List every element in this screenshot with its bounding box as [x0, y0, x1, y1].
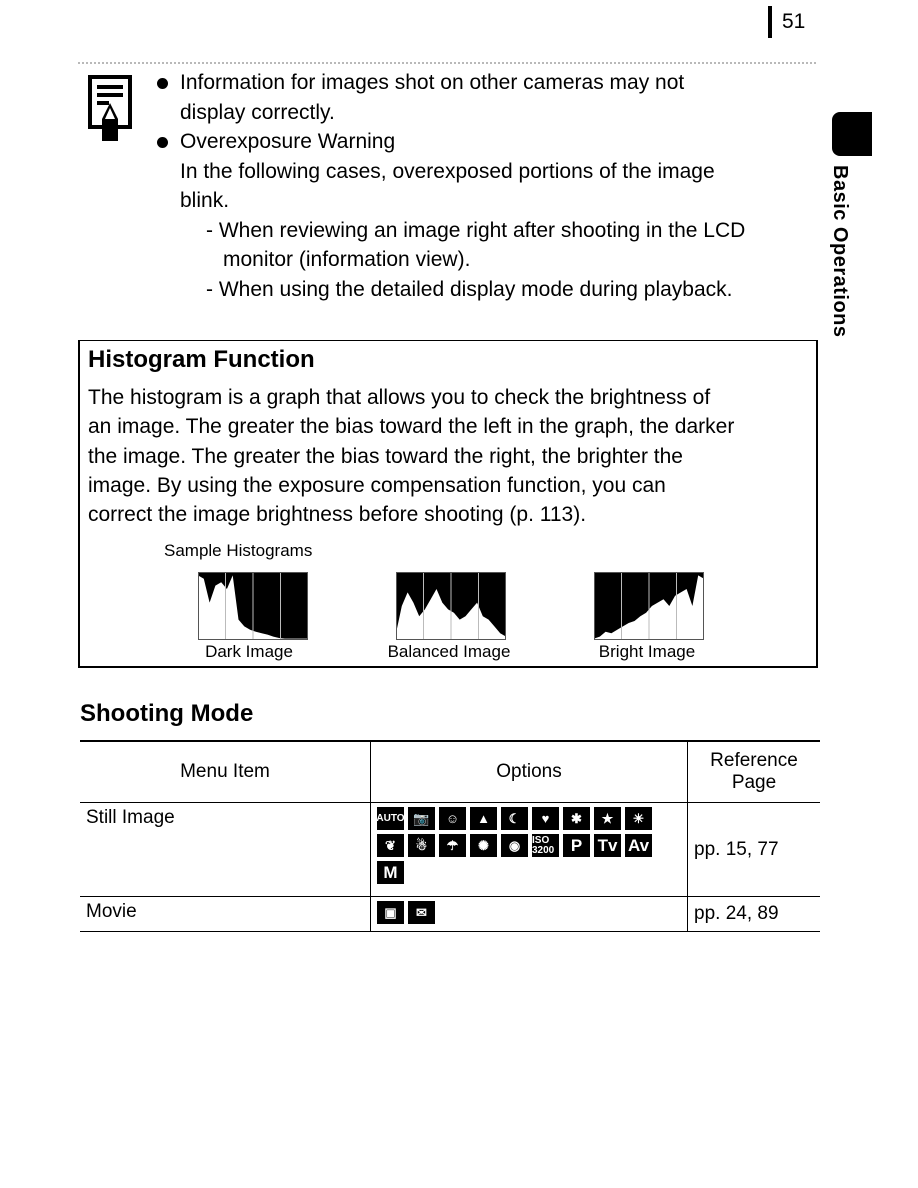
shooting-mode-table: Menu Item Options Reference Page Still I… [80, 740, 820, 932]
mode-tv-icon: Tv [594, 834, 621, 857]
header-reference-page: Reference Page [687, 740, 820, 803]
movie-standard-icon: ▣ [377, 901, 404, 924]
portrait-icon: ☺ [439, 807, 466, 830]
sample-histograms-label: Sample Histograms [164, 541, 313, 560]
mode-av-icon: Av [625, 834, 652, 857]
landscape-icon: ▲ [470, 807, 497, 830]
mode-auto-icon: AUTO [377, 807, 404, 830]
indoor-party-icon: ✱ [563, 807, 590, 830]
header-menu-item: Menu Item [80, 740, 371, 803]
note-sub-item: - When using the detailed display mode d… [206, 277, 733, 301]
header-options: Options [370, 740, 688, 803]
note-bullet: Information for images shot on other cam… [155, 68, 805, 127]
note-bullet: Overexposure Warning In the following ca… [155, 127, 805, 304]
histogram-description: The histogram is a graph that allows you… [88, 386, 735, 527]
mode-icons: AUTO 📷 ☺ ▲ ☾ ♥ ✱ ★ ☀ ❦ ☃ ☂ ✺ ◉ ISO 3200 P Tv Av M [377, 807, 677, 884]
mode-iso-3200-icon: ISO 3200 [532, 834, 559, 857]
histogram-title: Histogram Function [88, 346, 315, 373]
mode-p-icon: P [563, 834, 590, 857]
kids-pets-icon: ♥ [532, 807, 559, 830]
night-scene-icon: ☾ [501, 807, 528, 830]
aquarium-icon: ◉ [501, 834, 528, 857]
note-sub-item: - When reviewing an image right after sh… [206, 218, 746, 272]
shooting-mode-title: Shooting Mode [80, 700, 254, 727]
overexposure-title: Overexposure Warning [180, 130, 396, 153]
options-cell: ▣ ✉ [370, 896, 688, 932]
reference-cell: pp. 15, 77 [687, 802, 820, 897]
dotted-divider [78, 62, 818, 64]
table-row: Still Image AUTO 📷 ☺ ▲ ☾ ♥ ✱ ★ ☀ ❦ ☃ ☂ ✺ ◉ ISO 3200 P Tv… [80, 802, 820, 897]
snow-icon: ☃ [408, 834, 435, 857]
histogram-dark [198, 572, 308, 640]
mode-m-icon: M [377, 861, 404, 884]
caption-balanced: Balanced Image [387, 642, 511, 661]
reference-cell: pp. 24, 89 [687, 896, 820, 932]
options-cell: AUTO 📷 ☺ ▲ ☾ ♥ ✱ ★ ☀ ❦ ☃ ☂ ✺ ◉ ISO 3200 P Tv Av M [370, 802, 688, 897]
caption-bright: Bright Image [598, 642, 696, 661]
camera-icon: 📷 [408, 807, 435, 830]
table-header-row: Menu Item Options Reference Page [80, 740, 820, 803]
movie-email-icon: ✉ [408, 901, 435, 924]
caption-dark: Dark Image [205, 642, 293, 661]
section-tab-label: Basic Operations [829, 165, 851, 338]
sunset-icon: ☀ [625, 807, 652, 830]
histogram-balanced [396, 572, 506, 640]
menu-item-cell: Still Image [80, 802, 371, 897]
table-row: Movie ▣ ✉ pp. 24, 89 [80, 896, 820, 932]
section-tab-marker [832, 112, 872, 156]
page-number: 51 [782, 10, 806, 33]
foliage-icon: ❦ [377, 834, 404, 857]
beach-icon: ☂ [439, 834, 466, 857]
fireworks-icon: ✺ [470, 834, 497, 857]
menu-item-cell: Movie [80, 896, 371, 932]
movie-mode-icons: ▣ ✉ [377, 901, 677, 924]
memo-pencil-icon [88, 75, 132, 141]
note-list: Information for images shot on other cam… [155, 68, 805, 304]
night-snapshot-icon: ★ [594, 807, 621, 830]
histogram-bright [594, 572, 704, 640]
page-number-bar [768, 6, 772, 38]
